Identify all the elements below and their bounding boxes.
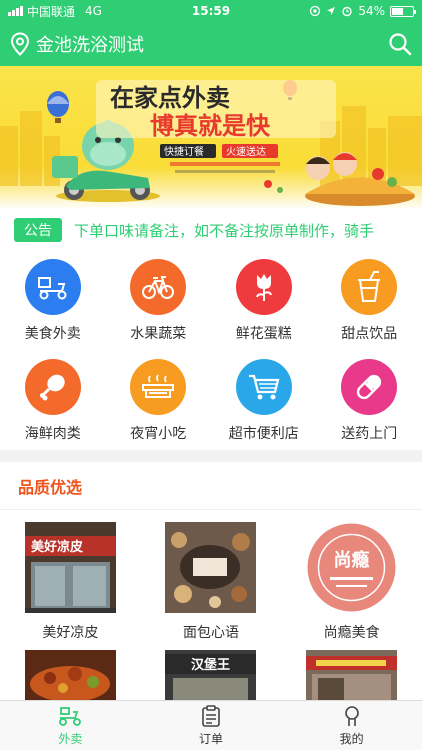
battery-percent: 54%: [358, 4, 385, 18]
signal-icon: [8, 6, 23, 16]
shop-photo: 尚瘾: [306, 522, 398, 613]
category-food-delivery[interactable]: 美食外卖: [0, 250, 106, 350]
pill-icon: [341, 359, 398, 415]
shop-name: 美好凉皮: [42, 625, 99, 641]
featured-section: 品质优选 美好凉皮 美好凉皮 面包心语 尚瘾 尚瘾美食 汉堡王: [0, 462, 422, 712]
shop-card[interactable]: [0, 640, 141, 700]
shop-photo: 美好凉皮: [24, 522, 116, 613]
category-label: 超市便利店: [228, 426, 299, 442]
rotation-lock-icon: [310, 5, 321, 17]
shop-card[interactable]: 汉堡王: [141, 640, 282, 700]
shop-photo: [165, 522, 257, 613]
category-fruit-veg[interactable]: 水果蔬菜: [106, 250, 212, 350]
category-grid: 美食外卖 水果蔬菜 鲜花蛋糕 甜点饮品 海鲜肉类 夜宵小吃 超市便利店 送药上门: [0, 250, 422, 450]
svg-text:尚瘾: 尚瘾: [334, 549, 370, 571]
battery-icon: [390, 5, 416, 17]
section-title: 品质优选: [0, 462, 422, 510]
scooter-icon: [24, 259, 81, 315]
cart-icon: [235, 359, 292, 415]
network-label: 4G: [85, 4, 102, 18]
bike-icon: [59, 706, 82, 726]
location-title[interactable]: 金池洗浴测试: [36, 31, 388, 57]
category-label: 甜点饮品: [341, 326, 398, 342]
category-label: 美食外卖: [24, 326, 81, 342]
clipboard-icon: [202, 704, 220, 727]
svg-text:在家点外卖: 在家点外卖: [110, 84, 230, 112]
alarm-icon: [342, 6, 353, 17]
tab-label: 我的: [339, 731, 364, 746]
svg-text:美好凉皮: 美好凉皮: [31, 539, 83, 555]
bottom-tab-bar: 外卖 订单 我的: [0, 700, 422, 750]
category-label: 水果蔬菜: [130, 326, 187, 342]
shop-card[interactable]: 面包心语: [141, 510, 282, 641]
announcement-bar[interactable]: 公告 下单口味请备注，如不备注按原单制作，骑手: [0, 210, 422, 250]
status-bar: 中国联通 4G 15:59 54%: [0, 0, 422, 22]
promo-banner[interactable]: 在家点外卖 博真就是快 快捷订餐 火速送达: [0, 66, 422, 210]
shop-card[interactable]: 美好凉皮 美好凉皮: [0, 510, 141, 641]
app-header: 金池洗浴测试: [0, 22, 422, 66]
tab-label: 外卖: [58, 731, 83, 746]
location-pin-icon[interactable]: [10, 32, 30, 56]
category-late-snacks[interactable]: 夜宵小吃: [106, 350, 212, 450]
person-icon: [344, 705, 359, 726]
category-supermarket[interactable]: 超市便利店: [211, 350, 317, 450]
drink-cup-icon: [341, 259, 398, 315]
tab-takeout[interactable]: 外卖: [0, 701, 141, 750]
balloon-icon: [47, 91, 69, 123]
headline-panel: 在家点外卖 博真就是快: [96, 80, 336, 140]
search-icon[interactable]: [388, 32, 412, 56]
rose-icon: [235, 259, 292, 315]
shop-name: 尚瘾美食: [323, 625, 380, 641]
location-arrow-icon: [327, 7, 336, 15]
category-label: 鲜花蛋糕: [235, 326, 292, 342]
drumstick-icon: [24, 359, 81, 415]
category-flowers-cake[interactable]: 鲜花蛋糕: [211, 250, 317, 350]
shop-card[interactable]: 尚瘾 尚瘾美食: [281, 510, 422, 641]
category-label: 夜宵小吃: [130, 426, 187, 442]
category-label: 送药上门: [341, 426, 398, 442]
bicycle-icon: [130, 259, 187, 315]
svg-text:快捷订餐: 快捷订餐: [164, 145, 204, 158]
shop-card[interactable]: [281, 640, 422, 700]
tab-orders[interactable]: 订单: [141, 701, 282, 750]
banner-art: 在家点外卖 博真就是快 快捷订餐 火速送达: [0, 80, 422, 206]
category-medicine[interactable]: 送药上门: [317, 350, 422, 450]
shop-photo: [306, 650, 398, 700]
carrier-label: 中国联通: [27, 4, 76, 19]
svg-text:博真就是快: 博真就是快: [150, 112, 271, 140]
grill-icon: [130, 359, 187, 415]
shop-photo: [24, 650, 116, 700]
category-desserts-drinks[interactable]: 甜点饮品: [317, 250, 422, 350]
tab-profile[interactable]: 我的: [281, 701, 422, 750]
svg-text:火速送达: 火速送达: [226, 145, 266, 158]
svg-text:汉堡王: 汉堡王: [191, 657, 230, 673]
announcement-text: 下单口味请备注，如不备注按原单制作，骑手: [74, 221, 375, 240]
shop-name: 面包心语: [182, 625, 239, 641]
announcement-tag: 公告: [14, 218, 62, 242]
category-label: 海鲜肉类: [24, 426, 81, 442]
category-seafood-meat[interactable]: 海鲜肉类: [0, 350, 106, 450]
shop-photo: 汉堡王: [165, 650, 257, 700]
tab-label: 订单: [198, 731, 223, 746]
